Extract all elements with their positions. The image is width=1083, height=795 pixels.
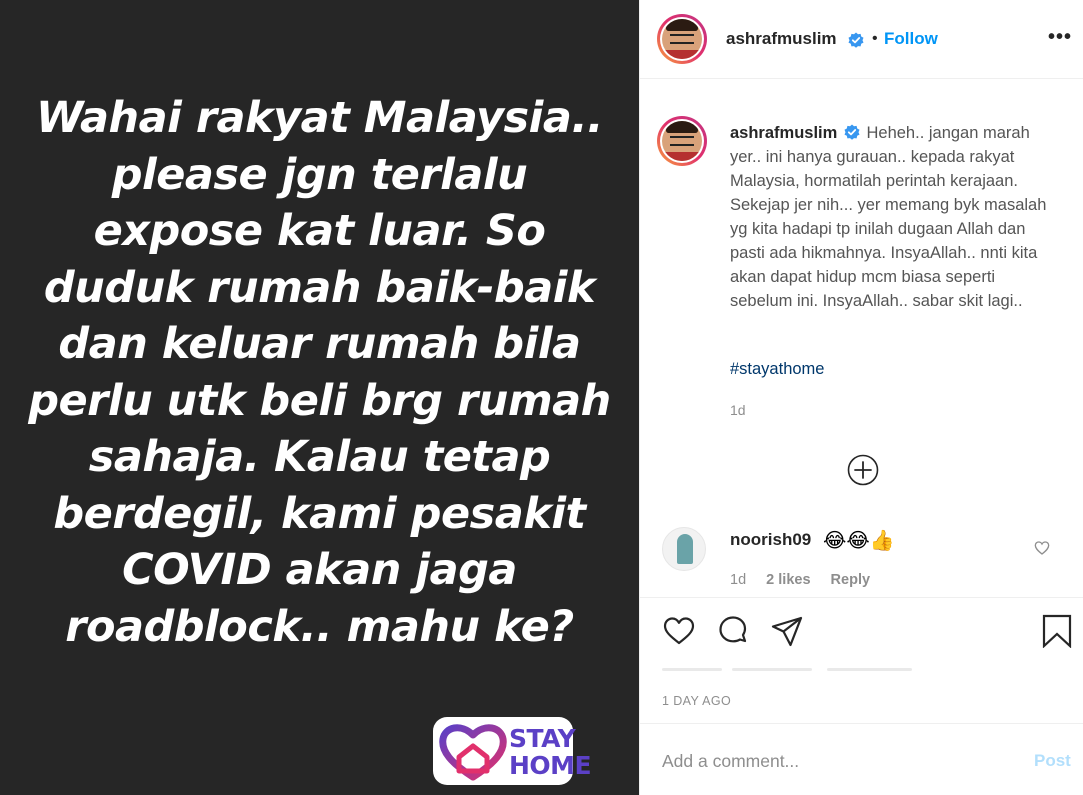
bookmark-icon[interactable] xyxy=(1040,614,1074,648)
add-comment-bar: Post xyxy=(640,723,1083,795)
post-timestamp: 1 DAY AGO xyxy=(662,694,732,708)
header-username[interactable]: ashrafmuslim xyxy=(726,29,837,49)
caption-avatar[interactable] xyxy=(657,116,707,166)
post-media[interactable]: Wahai rakyat Malaysia.. please jgn terla… xyxy=(0,0,639,795)
caption-timestamp: 1d xyxy=(730,402,746,418)
separator-dot: • xyxy=(872,30,878,47)
plus-circle-icon[interactable] xyxy=(847,454,879,486)
hashtag-link[interactable]: #stayathome xyxy=(730,360,824,379)
author-avatar[interactable] xyxy=(657,14,707,64)
post-comment-button[interactable]: Post xyxy=(1034,751,1071,771)
comment-heart-icon[interactable] xyxy=(1034,540,1050,556)
comment-bubble-icon[interactable] xyxy=(716,614,750,648)
reply-button[interactable]: Reply xyxy=(831,572,871,588)
add-comment-input[interactable] xyxy=(662,746,1002,776)
paper-plane-icon[interactable] xyxy=(770,614,804,648)
stay-home-label: STAY HOME xyxy=(509,724,592,780)
comment-meta: 1d 2 likes Reply xyxy=(730,572,886,588)
comment-username[interactable]: noorish09 xyxy=(730,530,811,550)
verified-badge-icon xyxy=(844,124,860,140)
divider xyxy=(640,597,1083,598)
heart-icon[interactable] xyxy=(662,614,696,648)
post-side-panel: ashrafmuslim • Follow ••• ashrafmuslim H… xyxy=(639,0,1083,795)
caption: ashrafmuslim Heheh.. jangan marah yer.. … xyxy=(730,121,1050,313)
more-options-icon[interactable]: ••• xyxy=(1048,26,1072,49)
stay-label: STAY xyxy=(509,724,576,753)
story-text: Wahai rakyat Malaysia.. please jgn terla… xyxy=(28,93,611,652)
comment-likes[interactable]: 2 likes xyxy=(766,572,810,588)
faded-likes-text xyxy=(662,662,922,676)
stay-home-sticker: STAY HOME xyxy=(433,717,592,785)
comment-timestamp: 1d xyxy=(730,572,747,588)
comment-text: 😂😂👍 xyxy=(823,530,895,552)
commenter-avatar[interactable] xyxy=(662,527,706,571)
home-label: HOME xyxy=(509,751,592,780)
post-header: ashrafmuslim • Follow ••• xyxy=(640,0,1083,79)
verified-badge-icon xyxy=(848,32,864,48)
caption-body: Heheh.. jangan marah yer.. ini hanya gur… xyxy=(730,124,1047,310)
house-heart-icon xyxy=(439,724,507,781)
caption-username[interactable]: ashrafmuslim xyxy=(730,124,837,142)
follow-button[interactable]: Follow xyxy=(884,29,938,49)
